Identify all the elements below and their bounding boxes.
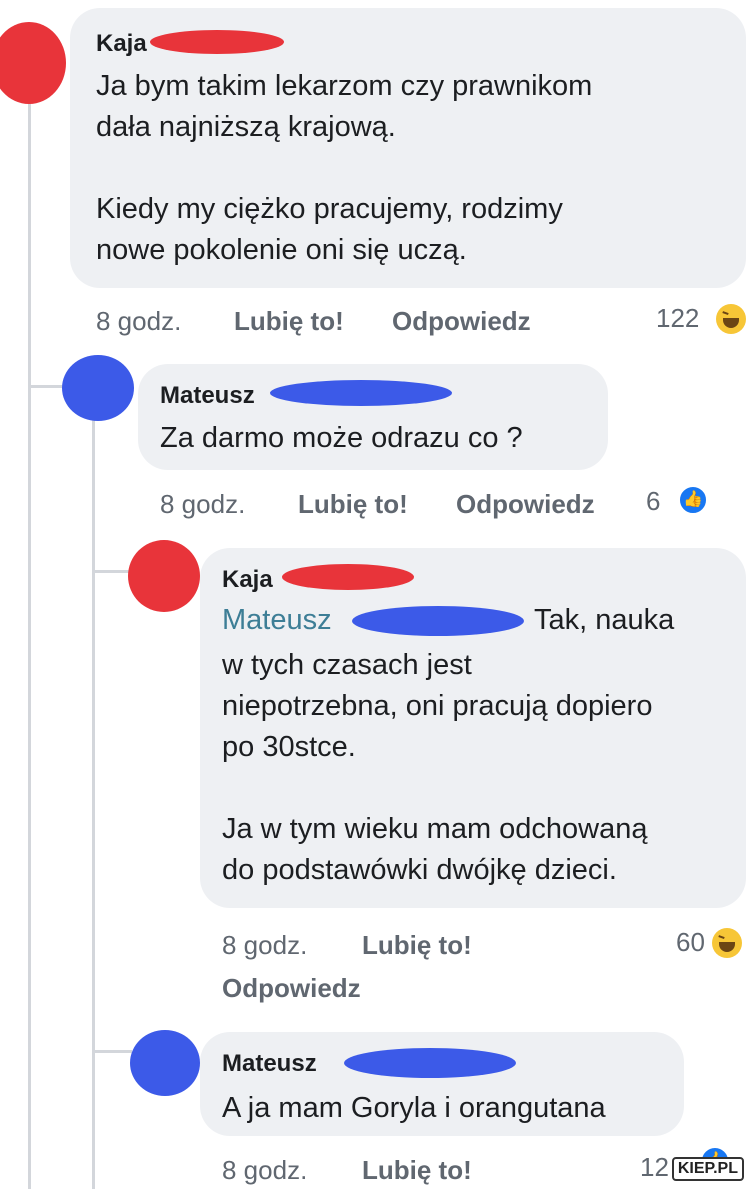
haha-icon (716, 304, 746, 334)
haha-icon (712, 928, 742, 958)
watermark-logo: KIEP.PL (671, 1157, 744, 1181)
like-button[interactable]: Lubię to! (362, 1155, 472, 1186)
comment-author[interactable]: Mateusz (160, 382, 255, 410)
reply-button[interactable]: Odpowiedz (456, 489, 595, 520)
avatar[interactable] (62, 355, 134, 421)
name-redaction (282, 564, 414, 590)
avatar[interactable] (0, 22, 66, 104)
avatar[interactable] (128, 540, 200, 612)
like-button[interactable]: Lubię to! (362, 930, 472, 961)
like-button[interactable]: Lubię to! (234, 306, 344, 337)
reaction-count[interactable]: 6 (646, 486, 660, 517)
comment-text: Za darmo może odrazu co ? (160, 422, 523, 454)
reply-button[interactable]: Odpowiedz (222, 973, 361, 1004)
comment-author[interactable]: Mateusz (222, 1050, 317, 1078)
reaction-count[interactable]: 60 (676, 927, 705, 958)
like-icon: 👍 (678, 485, 708, 515)
comment-time[interactable]: 8 godz. (222, 1155, 307, 1186)
mention-link[interactable]: Mateusz (222, 604, 332, 637)
name-redaction (344, 1048, 516, 1078)
avatar[interactable] (130, 1030, 200, 1096)
comment-time[interactable]: 8 godz. (96, 306, 181, 337)
comment-author[interactable]: Kaja (96, 30, 147, 58)
comment-text-first-line: Tak, nauka (534, 604, 675, 636)
name-redaction (270, 380, 452, 406)
thread-line-branch-2 (92, 570, 132, 573)
comment-time[interactable]: 8 godz. (160, 489, 245, 520)
thread-line-main (28, 100, 31, 1189)
comment-text: A ja mam Goryla i orangutana (222, 1092, 606, 1124)
comment-text: Ja bym takim lekarzom czy prawnikom dała… (96, 70, 593, 266)
thread-line-branch-3 (92, 1050, 132, 1053)
reply-button[interactable]: Odpowiedz (392, 306, 531, 337)
name-redaction (150, 30, 284, 54)
comment-time[interactable]: 8 godz. (222, 930, 307, 961)
reaction-count[interactable]: 12 (640, 1152, 669, 1183)
thread-line-sub (92, 420, 95, 1189)
mention-redaction (352, 606, 524, 636)
reaction-count[interactable]: 122 (656, 303, 699, 334)
comment-text: w tych czasach jest niepotrzebna, oni pr… (222, 649, 653, 886)
like-button[interactable]: Lubię to! (298, 489, 408, 520)
comment-author[interactable]: Kaja (222, 566, 273, 594)
